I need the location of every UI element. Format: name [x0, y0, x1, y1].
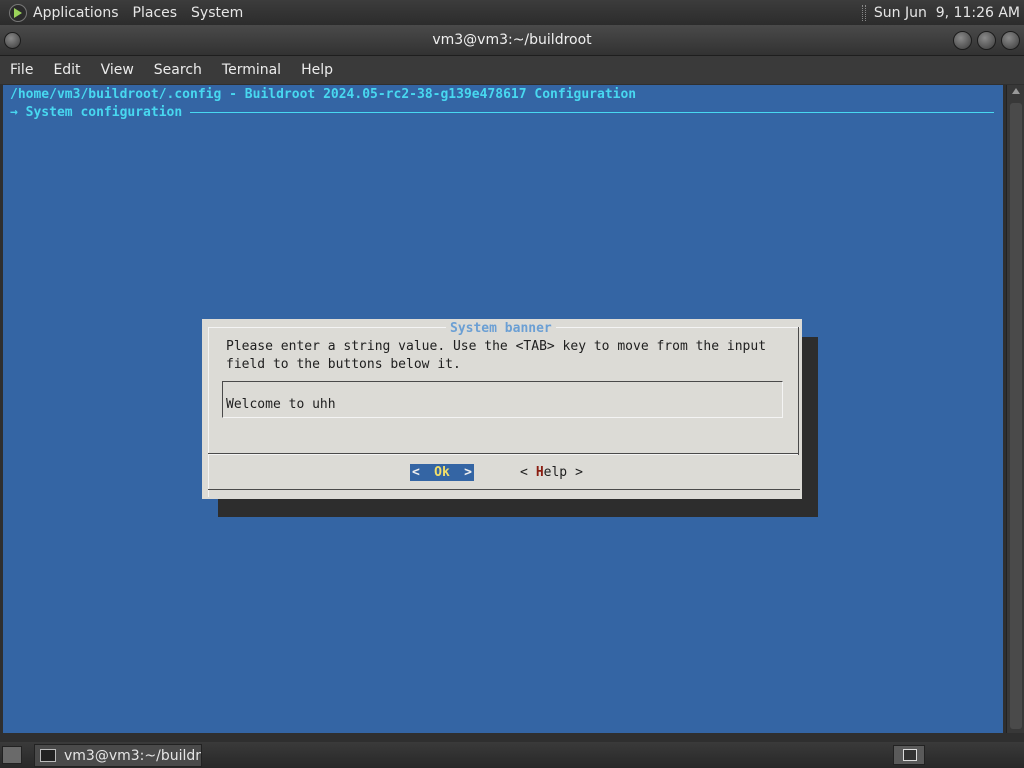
top-panel: Applications Places System Sun Jun 9, 11…	[0, 0, 1024, 25]
breadcrumb-rule	[190, 112, 994, 113]
scroll-thumb[interactable]	[1010, 103, 1022, 729]
help-hotkey: H	[535, 465, 544, 480]
help-label-rest: elp	[543, 465, 568, 480]
workspace-switcher[interactable]	[893, 745, 925, 765]
terminal-menubar: File Edit View Search Terminal Help	[0, 56, 1024, 84]
dialog-frame	[798, 327, 799, 455]
system-banner-dialog: System banner Please enter a string valu…	[202, 319, 802, 499]
taskbar-terminal-button[interactable]: vm3@vm3:~/buildr...	[34, 744, 202, 767]
menu-terminal[interactable]: Terminal	[222, 62, 281, 78]
breadcrumb-label: → System configuration	[10, 105, 183, 120]
system-menu[interactable]: System	[191, 5, 243, 21]
applications-icon[interactable]	[9, 3, 27, 22]
window-title: vm3@vm3:~/buildroot	[432, 32, 592, 48]
help-bracket-right: >	[575, 465, 583, 480]
dialog-frame	[208, 327, 209, 497]
taskbar-terminal-label: vm3@vm3:~/buildr...	[64, 747, 202, 764]
banner-input[interactable]	[222, 381, 783, 418]
dialog-separator	[208, 454, 798, 455]
dialog-title: System banner	[446, 321, 556, 336]
menu-file[interactable]: File	[10, 62, 33, 78]
minimize-button[interactable]	[953, 31, 972, 50]
menu-help[interactable]: Help	[301, 62, 333, 78]
panel-separator	[861, 4, 866, 21]
dialog-frame	[208, 489, 800, 490]
terminal-scrollbar[interactable]	[1006, 85, 1024, 733]
menu-view[interactable]: View	[101, 62, 134, 78]
config-path-line: /home/vm3/buildroot/.config - Buildroot …	[10, 87, 637, 102]
show-desktop-icon[interactable]	[2, 746, 22, 764]
help-bracket-left: <	[520, 465, 528, 480]
applications-menu[interactable]: Applications	[33, 5, 119, 21]
scroll-up-icon[interactable]	[1012, 88, 1020, 94]
clock[interactable]: Sun Jun 9, 11:26 AM	[874, 5, 1020, 21]
maximize-button[interactable]	[977, 31, 996, 50]
help-button[interactable]: < Help >	[520, 464, 583, 481]
workspace-icon	[903, 749, 917, 761]
breadcrumb: → System configuration	[10, 105, 994, 120]
menu-edit[interactable]: Edit	[53, 62, 80, 78]
window-menu-icon[interactable]	[4, 32, 21, 49]
ok-bracket-right: >	[464, 465, 472, 480]
ok-label: Ok	[434, 465, 450, 480]
window-titlebar[interactable]: vm3@vm3:~/buildroot	[0, 25, 1024, 56]
dialog-prompt: Please enter a string value. Use the <TA…	[226, 339, 767, 372]
close-button[interactable]	[1001, 31, 1020, 50]
ok-button[interactable]: < Ok >	[410, 464, 474, 481]
places-menu[interactable]: Places	[133, 5, 178, 21]
terminal-icon	[40, 749, 56, 762]
bottom-panel: vm3@vm3:~/buildr...	[0, 742, 1024, 768]
menu-search[interactable]: Search	[154, 62, 202, 78]
help-label: Help	[536, 465, 567, 480]
ok-bracket-left: <	[412, 465, 420, 480]
